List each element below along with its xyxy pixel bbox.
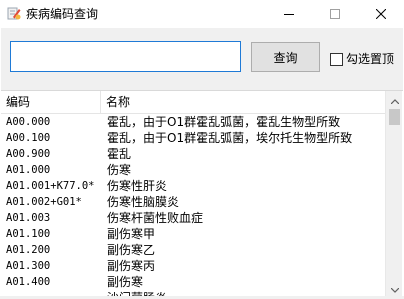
- cell-name: 霍乱，由于O1群霍乱弧菌，埃尔托生物型所致: [107, 131, 353, 145]
- chevron-down-icon: [390, 282, 399, 296]
- cell-name: 伤寒: [107, 163, 132, 177]
- table-row[interactable]: A01.400 副伤寒: [1, 274, 385, 290]
- table-row[interactable]: A00.000 霍乱，由于O1群霍乱弧菌，霍乱生物型所致: [1, 114, 385, 130]
- query-button-label: 查询: [273, 50, 298, 65]
- cell-code: A00.000: [6, 116, 51, 128]
- vertical-scrollbar[interactable]: [385, 91, 402, 296]
- pin-top-checkbox[interactable]: [330, 53, 343, 66]
- table-row[interactable]: A01.002+G01* 伤寒性脑膜炎: [1, 194, 385, 210]
- minimize-icon: [284, 9, 294, 19]
- scrollbar-thumb[interactable]: [389, 109, 400, 125]
- cell-code: A01.001+K77.0*: [6, 180, 95, 192]
- cell-name: 霍乱，由于O1群霍乱弧菌，霍乱生物型所致: [107, 115, 341, 129]
- table-row[interactable]: A00.900 霍乱: [1, 146, 385, 162]
- table-row[interactable]: A01.003 伤寒杆菌性败血症: [1, 210, 385, 226]
- query-button[interactable]: 查询: [251, 42, 320, 72]
- window-title: 疾病编码查询: [26, 7, 99, 21]
- table-row[interactable]: A01.001+K77.0* 伤寒性肝炎: [1, 178, 385, 194]
- table-row[interactable]: A00.100 霍乱，由于O1群霍乱弧菌，埃尔托生物型所致: [1, 130, 385, 146]
- cell-name: 伤寒杆菌性败血症: [107, 211, 204, 225]
- cell-code: A01.000: [6, 164, 51, 176]
- close-button[interactable]: [358, 0, 404, 28]
- search-panel: 查询 勾选置顶: [1, 28, 403, 90]
- scroll-down-button[interactable]: [386, 280, 403, 296]
- table-row[interactable]: A01.000 伤寒: [1, 162, 385, 178]
- cell-code: A01.400: [6, 276, 51, 288]
- column-header-name[interactable]: 名称: [101, 91, 385, 114]
- results-grid: 编码 名称 A00.000 霍乱，由于O1群霍乱弧菌，霍乱生物型所致 A00.100…: [1, 90, 403, 296]
- cell-name: 伤寒性肝炎: [107, 179, 168, 193]
- cell-name: 副伤寒乙: [107, 243, 156, 257]
- cell-code: A01.003: [6, 212, 51, 224]
- table-row[interactable]: A01.300 副伤寒丙: [1, 258, 385, 274]
- cell-name: 伤寒性脑膜炎: [107, 195, 180, 209]
- cell-name: 副伤寒丙: [107, 259, 156, 273]
- cell-name: 霍乱: [107, 147, 132, 161]
- search-input[interactable]: [10, 41, 241, 72]
- cell-name: 副伤寒: [107, 275, 144, 289]
- cell-code: A01.200: [6, 244, 51, 256]
- close-icon: [376, 9, 386, 19]
- title-bar: 疾病编码查询: [0, 0, 404, 28]
- cell-code: A00.900: [6, 148, 51, 160]
- chevron-up-icon: [390, 93, 399, 107]
- scroll-up-button[interactable]: [386, 91, 403, 108]
- table-row[interactable]: A01.200 副伤寒乙: [1, 242, 385, 258]
- app-icon: [7, 6, 21, 20]
- grid-rows: A00.000 霍乱，由于O1群霍乱弧菌，霍乱生物型所致 A00.100 霍乱，由于O…: [1, 114, 385, 296]
- cell-name: 副伤寒甲: [107, 227, 156, 241]
- cell-code: A01.002+G01*: [6, 196, 82, 208]
- minimize-button[interactable]: [266, 0, 312, 28]
- grid-header: 编码 名称: [1, 91, 385, 114]
- cell-code: A01.100: [6, 228, 51, 240]
- maximize-icon: [330, 9, 340, 19]
- maximize-button[interactable]: [312, 0, 358, 28]
- pin-top-label[interactable]: 勾选置顶: [346, 52, 394, 67]
- table-row[interactable]: A01.100 副伤寒甲: [1, 226, 385, 242]
- cell-code: A01.300: [6, 260, 51, 272]
- cell-code: A00.100: [6, 132, 51, 144]
- column-header-code[interactable]: 编码: [1, 91, 101, 114]
